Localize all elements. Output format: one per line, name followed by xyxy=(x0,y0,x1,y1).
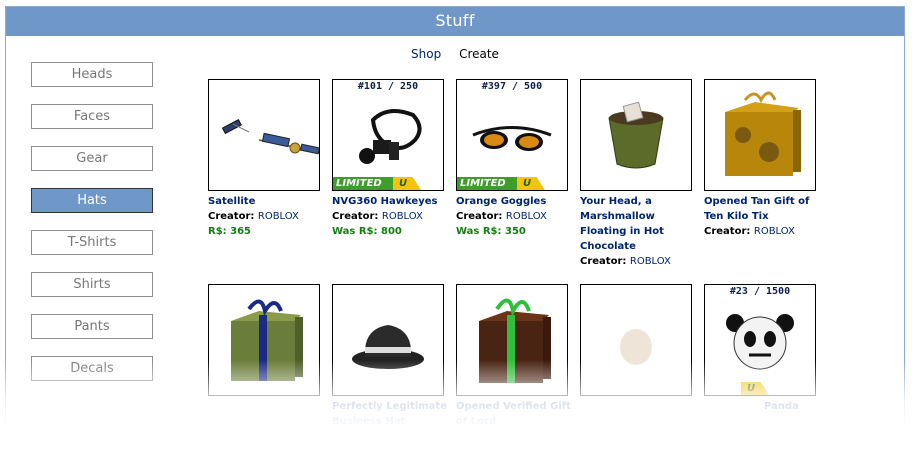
serial-number: #23 / 1500 xyxy=(729,286,791,297)
item-creator: Creator: ROBLOX xyxy=(332,211,423,222)
creator-link[interactable]: ROBLOX xyxy=(754,226,795,237)
creator-link[interactable]: ROBLOX xyxy=(382,211,423,222)
panda-head-icon xyxy=(726,314,794,370)
item-thumbnail[interactable] xyxy=(332,284,444,396)
tab-shop[interactable]: Shop xyxy=(411,47,441,61)
creator-link[interactable]: ROBLOX xyxy=(630,256,671,267)
item-thumbnail[interactable] xyxy=(580,284,692,396)
serial-number: #101 / 250 xyxy=(357,81,419,92)
item-price: R$: 365 xyxy=(208,226,252,237)
sidebar-item-hats[interactable]: Hats xyxy=(31,188,153,213)
item-thumbnail[interactable] xyxy=(580,79,692,191)
catalog-item xyxy=(580,284,696,396)
item-thumbnail[interactable]: #23 / 1500 U xyxy=(704,284,816,396)
hot-chocolate-cup-icon xyxy=(608,101,664,169)
goggles-icon xyxy=(472,126,552,151)
catalog-item: #101 / 250 LIMITED U NVG360 Hawkeyes Cre… xyxy=(332,79,448,239)
item-creator: Creator: ROBLOX xyxy=(208,211,299,222)
tan-gift-icon xyxy=(725,91,801,176)
catalog-item: Opened Tan Gift of Ten Kilo Tix Creator:… xyxy=(704,79,820,239)
sidebar-item-gear[interactable]: Gear xyxy=(31,146,153,171)
item-thumbnail[interactable]: #397 / 500 LIMITED U xyxy=(456,79,568,191)
item-name[interactable]: Your Head, a Marshmallow Floating in Hot… xyxy=(580,194,696,254)
sidebar-item-heads[interactable]: Heads xyxy=(31,62,153,87)
item-price: Was R$: 350 xyxy=(456,226,526,237)
creator-link[interactable]: ROBLOX xyxy=(258,211,299,222)
item-price: Was R$: 800 xyxy=(332,226,402,237)
item-creator: Creator: ROBLOX xyxy=(704,226,795,237)
category-sidebar: Heads Faces Gear Hats T-Shirts Shirts Pa… xyxy=(31,62,153,398)
fedora-icon xyxy=(352,325,424,369)
item-name[interactable]: NVG360 Hawkeyes xyxy=(332,194,448,209)
catalog-window: Stuff Shop Create Heads Faces Gear Hats … xyxy=(5,6,905,448)
sidebar-item-pants[interactable]: Pants xyxy=(31,314,153,339)
item-thumbnail[interactable] xyxy=(208,284,320,396)
catalog-item: Your Head, a Marshmallow Floating in Hot… xyxy=(580,79,696,269)
item-thumbnail[interactable] xyxy=(456,284,568,396)
page-title: Stuff xyxy=(6,7,904,36)
catalog-item: Opened Verified Gift of Lord Creator: xyxy=(456,284,572,444)
tab-create[interactable]: Create xyxy=(459,47,499,61)
item-thumbnail[interactable] xyxy=(208,79,320,191)
skull-icon xyxy=(620,329,652,365)
sidebar-item-faces[interactable]: Faces xyxy=(31,104,153,129)
item-name[interactable]: Orange Goggles xyxy=(456,194,572,209)
item-name[interactable]: Opened Verified Gift of Lord xyxy=(456,399,572,429)
item-name[interactable]: Panda xyxy=(704,399,820,414)
catalog-item xyxy=(208,284,324,396)
limited-badge: U xyxy=(705,382,795,395)
item-creator: Creator: ROBLOX xyxy=(580,256,671,267)
sidebar-item-shirts[interactable]: Shirts xyxy=(31,272,153,297)
sidebar-item-decals[interactable]: Decals xyxy=(31,356,153,381)
limited-badge: LIMITED U xyxy=(457,177,547,190)
item-thumbnail[interactable]: #101 / 250 LIMITED U xyxy=(332,79,444,191)
limited-badge: LIMITED U xyxy=(333,177,423,190)
item-creator: Creator: xyxy=(456,431,503,442)
catalog-item: #23 / 1500 U Panda xyxy=(704,284,820,414)
catalog-item: Perfectly Legitimate Business Hat xyxy=(332,284,448,429)
catalog-tabs: Shop Create xyxy=(6,47,904,61)
camo-gift-icon xyxy=(231,299,303,381)
creator-link[interactable]: ROBLOX xyxy=(506,211,547,222)
brown-gift-icon xyxy=(479,298,551,383)
item-creator: Creator: ROBLOX xyxy=(456,211,547,222)
sidebar-item-t-shirts[interactable]: T-Shirts xyxy=(31,230,153,255)
item-name[interactable]: Satellite xyxy=(208,194,324,209)
item-name[interactable]: Opened Tan Gift of Ten Kilo Tix xyxy=(704,194,820,224)
catalog-item: #397 / 500 LIMITED U Orange Goggles Crea… xyxy=(456,79,572,239)
satellite-icon xyxy=(221,118,319,155)
catalog-item: Satellite Creator: ROBLOX R$: 365 xyxy=(208,79,324,239)
serial-number: #397 / 500 xyxy=(481,81,543,92)
item-name[interactable]: Perfectly Legitimate Business Hat xyxy=(332,399,448,429)
item-thumbnail[interactable] xyxy=(704,79,816,191)
night-vision-goggles-icon xyxy=(359,109,422,164)
